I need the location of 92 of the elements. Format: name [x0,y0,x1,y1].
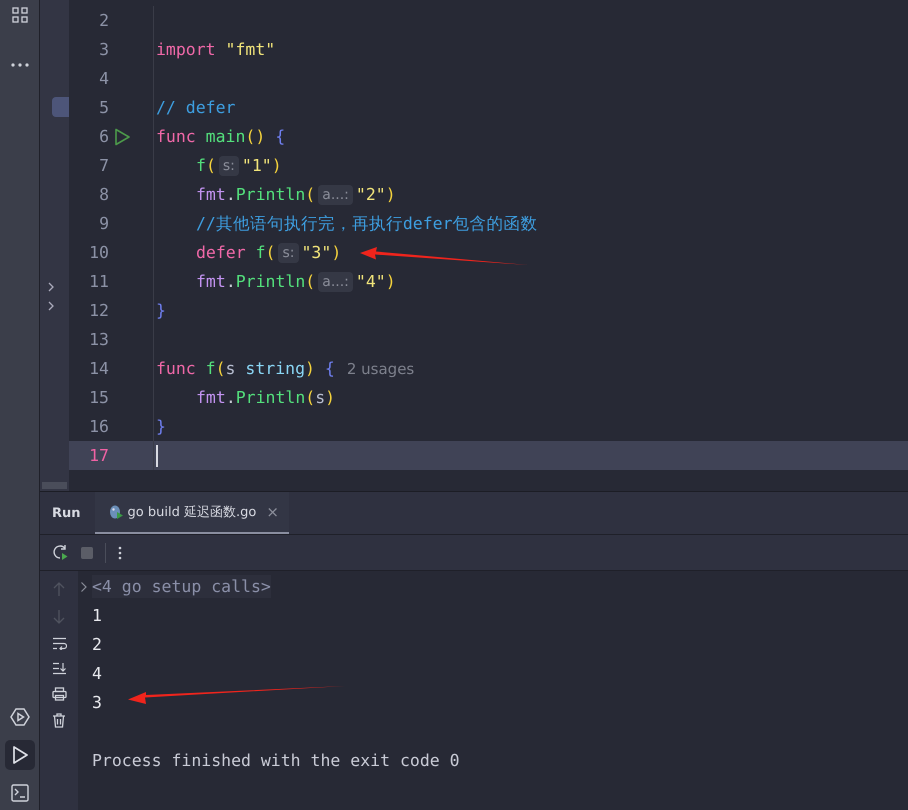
folded-lines[interactable]: <4 go setup calls> [92,575,271,598]
code-token: "1" [242,156,272,175]
line-number: 11 [88,272,109,291]
code-token: "2" [356,185,386,204]
code-token: "3" [302,243,332,262]
code-comment: // defer [156,98,236,117]
line-number: 15 [88,388,109,407]
code-token: Println [236,272,306,291]
run-icon [10,745,28,765]
close-icon[interactable]: × [266,503,279,521]
services-icon [10,707,30,727]
trash-icon[interactable] [52,713,66,728]
line-number: 9 [98,214,109,233]
output-line: 4 [91,664,102,683]
code-token: string [245,359,306,378]
exit-message: Process finished with the exit code 0 [91,751,460,770]
parameter-hint: a...: [318,272,353,292]
code-token: fmt [196,185,226,204]
code-token: . [226,388,236,407]
line-number: 10 [88,243,109,262]
code-token: } [156,417,166,436]
run-icon[interactable] [114,128,131,146]
code-token: ) [386,272,396,291]
chevron-icon[interactable] [80,580,88,592]
code-token: main [206,127,246,146]
code-token: ( [206,156,216,175]
code-token: ( [305,185,316,204]
line-number: 7 [98,156,109,175]
output-line: 2 [91,635,102,654]
code-token: f [206,359,216,378]
code-token: Println [236,388,306,407]
line-number: 4 [98,69,109,88]
code-token: func [156,359,197,378]
code-token: s [226,359,236,378]
code-token: defer [196,243,247,262]
run-tab[interactable]: go build 延迟函数.go × [94,492,289,534]
text-cursor [156,444,158,466]
code-token: { [324,359,335,378]
scrollbar[interactable] [42,482,67,489]
code-token: fmt [196,272,226,291]
line-number: 12 [88,301,109,320]
code-token: f [196,156,206,175]
code-token: "fmt" [226,40,276,59]
code-token: } [156,301,166,320]
code-token: . [226,185,236,204]
more-icon[interactable] [118,546,122,560]
code-token: ( [266,243,276,262]
code-token: ) [305,359,316,378]
terminal-icon [10,784,28,802]
code-token: () [245,127,266,146]
parameter-hint: s: [278,242,298,262]
output-line: 3 [91,693,102,712]
line-number: 6 [98,127,109,146]
parameter-hint: a...: [318,184,353,204]
line-number: 13 [88,330,109,349]
code-token: ) [331,243,342,262]
wrap-icon[interactable] [52,637,66,650]
line-number: 3 [98,40,109,59]
code-token: ) [325,388,336,407]
code-token: { [275,127,286,146]
more-icon [10,63,28,67]
scroll-to-end-icon[interactable] [52,662,66,675]
code-token: . [226,272,236,291]
rerun-icon[interactable] [52,544,69,561]
code-token: fmt [196,388,226,407]
code-token: ( [305,272,316,291]
code-token: ( [216,359,226,378]
code-token: s [315,388,326,407]
code-token: "4" [356,272,386,291]
parameter-hint: s: [218,156,239,176]
code-token: ) [386,185,396,204]
code-token: import [156,40,217,59]
line-number: 14 [88,359,109,378]
panel-title: Run [51,504,82,522]
code-token: Println [236,185,306,204]
code-token: ) [272,156,282,175]
code-token: func [156,127,197,146]
output-line: 1 [91,606,102,625]
line-number: 2 [98,11,109,30]
usages-hint: 2 usages [346,360,414,378]
line-number: 5 [98,98,109,117]
code-comment: //其他语句执行完，再执行defer包含的函数 [196,212,538,234]
code-token: f [256,243,266,262]
print-icon[interactable] [52,687,66,701]
selected-row-highlight [52,97,69,117]
code-token: ( [305,388,316,407]
line-number: 8 [98,185,109,204]
tool-button[interactable] [4,740,34,770]
line-number: 17 [88,446,109,465]
gopher-icon [108,504,124,520]
line-number: 16 [88,417,109,436]
grid-icon [12,7,28,23]
